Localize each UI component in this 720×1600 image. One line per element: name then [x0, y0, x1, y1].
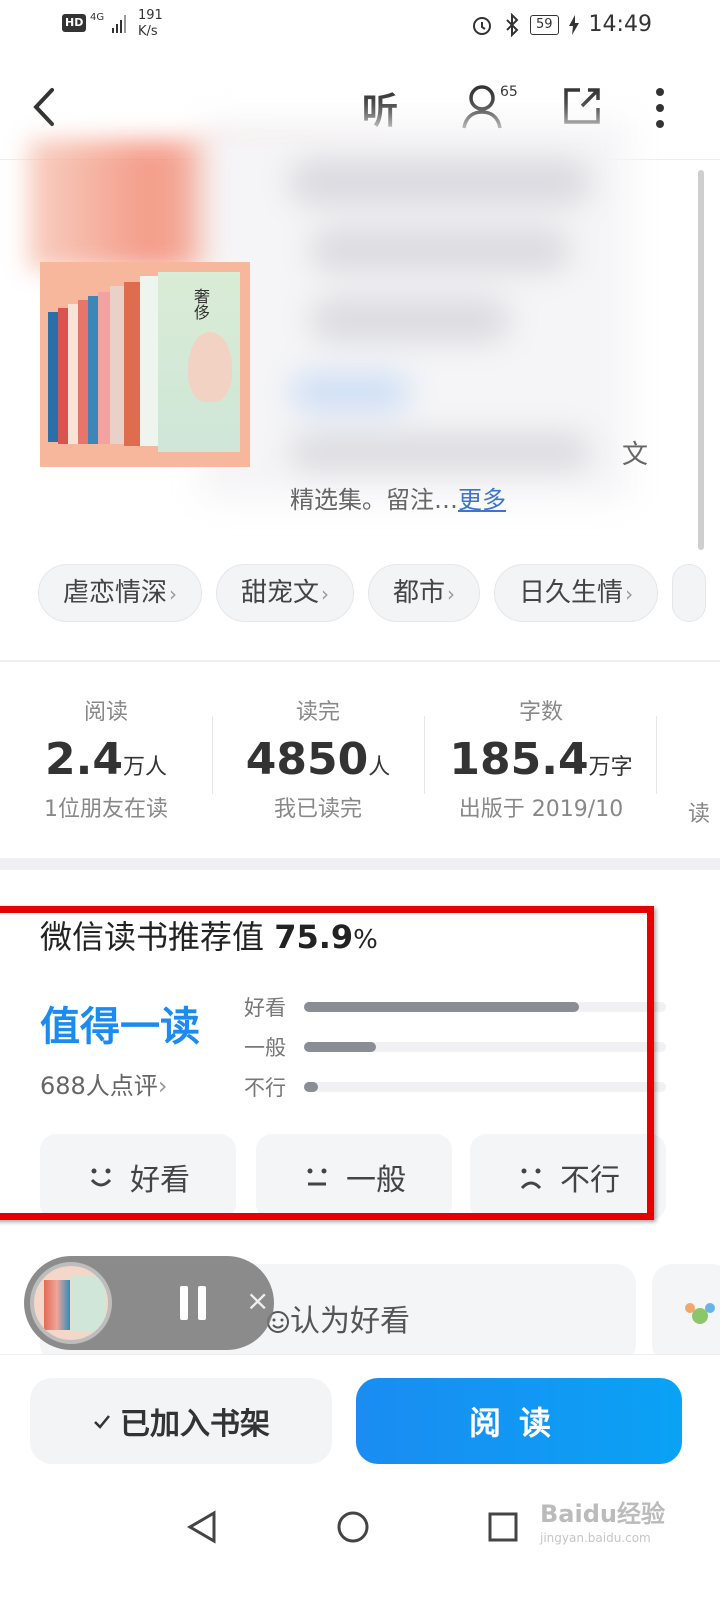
baidu-watermark: Baidu经验 jingyan.baidu.com — [540, 1500, 665, 1545]
tag-list: 虐恋情深 › 甜宠文 › 都市 › 日久生情 › — [38, 564, 707, 622]
divider — [212, 716, 213, 794]
close-icon[interactable]: × — [246, 1284, 269, 1317]
stat-word-count[interactable]: 字数 185.4万字 出版于 2019/10 — [446, 694, 636, 823]
back-icon[interactable] — [28, 82, 68, 132]
more-icon[interactable] — [650, 86, 670, 130]
cover-illustration — [188, 332, 232, 402]
charging-icon — [568, 14, 579, 35]
stat-partial: 读 — [688, 802, 711, 827]
cover-front: 奢侈 — [158, 272, 240, 452]
checkmark-icon — [94, 1415, 110, 1429]
shelf-button[interactable]: 已加入书架 — [30, 1378, 332, 1464]
recent-apps-square-icon[interactable] — [488, 1512, 518, 1542]
tag-chip[interactable]: 甜宠文 › — [216, 564, 355, 622]
section-divider — [0, 858, 720, 870]
stat-finished[interactable]: 读完 4850人 我已读完 — [238, 694, 398, 823]
highlight-annotation-box — [0, 906, 654, 1220]
plant-icon — [685, 1303, 715, 1324]
cover-title: 奢侈 — [191, 288, 210, 320]
pause-icon[interactable] — [180, 1286, 206, 1320]
status-icons: 59 14:49 — [470, 12, 652, 37]
tag-chip[interactable]: 都市 › — [368, 564, 481, 622]
signal-icon — [112, 15, 126, 33]
divider — [424, 716, 425, 794]
description-text: 精选集。留注… — [290, 486, 458, 514]
scrollbar[interactable] — [698, 170, 704, 550]
network-speed: 191 K/s — [138, 8, 163, 39]
clock: 14:49 — [588, 12, 652, 37]
player-cover-thumbnail[interactable] — [30, 1262, 112, 1344]
tag-chip[interactable]: 虐恋情深 › — [38, 564, 203, 622]
book-spines-image — [48, 276, 158, 446]
alarm-icon — [473, 16, 491, 35]
stat-readers[interactable]: 阅读 2.4万人 1位朋友在读 — [30, 694, 182, 823]
tag-chip[interactable]: 日久生情 › — [494, 564, 659, 622]
read-button[interactable]: 阅读 — [356, 1378, 682, 1464]
bluetooth-icon — [506, 12, 519, 37]
battery-icon: 59 — [530, 14, 559, 35]
description-side-char: 文 — [622, 440, 649, 470]
floating-audio-player[interactable]: × — [24, 1256, 274, 1350]
review-card-text: 认为好看 — [266, 1296, 410, 1340]
book-description: 精选集。留注…更多 — [290, 480, 506, 515]
description-more-link[interactable]: 更多 — [458, 486, 506, 514]
back-triangle-icon[interactable] — [186, 1510, 218, 1544]
status-bar: HD 4G 191 K/s 59 14:49 — [0, 0, 720, 56]
divider — [656, 716, 657, 794]
network-type: 4G — [90, 12, 105, 23]
book-cover[interactable]: 奢侈 — [40, 262, 250, 467]
home-circle-icon[interactable] — [336, 1510, 370, 1544]
listeners-count: 65 — [500, 84, 518, 100]
hd-indicator: HD — [62, 14, 87, 32]
tag-chip-partial[interactable] — [672, 564, 707, 622]
divider — [0, 660, 720, 662]
review-card-partial[interactable] — [652, 1264, 720, 1364]
book-info-blurred — [200, 120, 630, 500]
